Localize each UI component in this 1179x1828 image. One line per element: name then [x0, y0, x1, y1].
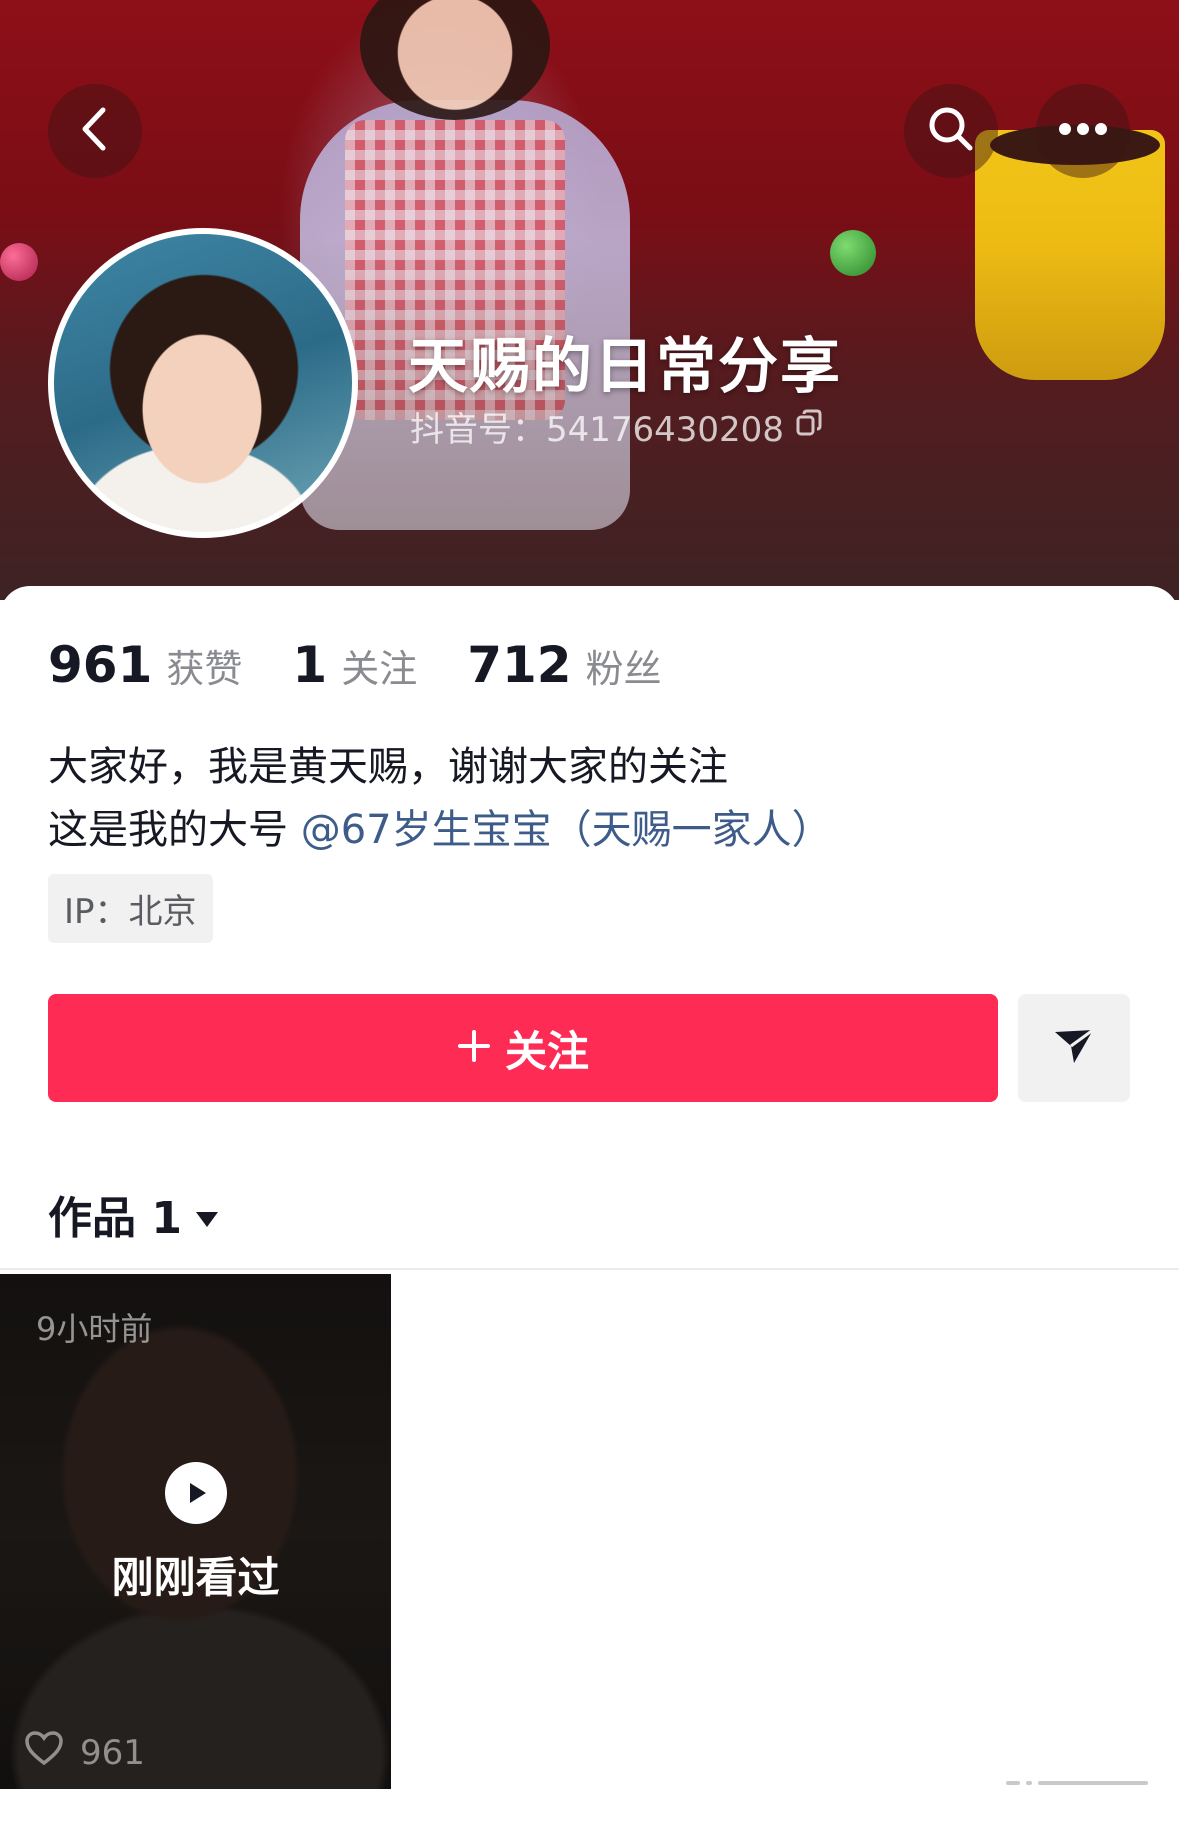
followers-count: 712	[467, 636, 572, 694]
plus-icon	[457, 1024, 491, 1073]
ip-location-tag: IP：北京	[48, 874, 213, 943]
following-label: 关注	[341, 647, 418, 691]
likes-count: 961	[48, 636, 153, 694]
following-count: 1	[292, 636, 328, 694]
send-message-button[interactable]	[1018, 994, 1130, 1102]
heart-icon	[24, 1730, 64, 1775]
video-likes-count: 961	[80, 1732, 145, 1773]
chevron-left-icon	[75, 104, 115, 158]
stat-followers[interactable]: 712 粉丝	[467, 636, 661, 694]
video-time: 9小时前	[36, 1310, 153, 1348]
follow-button-label: 关注	[504, 1026, 589, 1076]
caret-down-icon	[194, 1189, 220, 1240]
tab-works[interactable]: 作品 1	[48, 1182, 220, 1246]
tab-divider	[0, 1268, 1179, 1270]
tab-works-label: 作品 1	[48, 1193, 182, 1244]
back-button[interactable]	[48, 84, 142, 178]
bio-line-1: 大家好，我是黄天赐，谢谢大家的关注	[48, 744, 728, 790]
bio-line-2-prefix: 这是我的大号	[48, 807, 288, 853]
follow-button[interactable]: 关注	[48, 994, 998, 1102]
likes-label: 获赞	[166, 647, 243, 691]
followers-label: 粉丝	[585, 647, 662, 691]
avatar[interactable]	[48, 228, 358, 538]
copy-icon[interactable]	[794, 407, 824, 447]
send-icon	[1052, 1026, 1096, 1070]
bio-mention-link[interactable]: @67岁生宝宝（天赐一家人）	[301, 807, 832, 853]
stat-following[interactable]: 1 关注	[292, 636, 417, 694]
profile-cover: 天赐的日常分享 抖音号：54176430208	[0, 0, 1179, 600]
video-tile[interactable]: 9小时前 刚刚看过 961	[0, 1274, 391, 1789]
video-likes: 961	[24, 1730, 145, 1775]
play-icon	[165, 1462, 227, 1524]
profile-bio: 大家好，我是黄天赐，谢谢大家的关注 这是我的大号 @67岁生宝宝（天赐一家人）	[48, 736, 832, 862]
profile-stats: 961 获赞 1 关注 712 粉丝	[48, 636, 662, 694]
profile-card: 961 获赞 1 关注 712 粉丝 大家好，我是黄天赐，谢谢大家的关注 这是我…	[0, 586, 1179, 1828]
more-horizontal-icon	[1057, 121, 1109, 141]
douyin-id[interactable]: 抖音号：54176430208	[410, 402, 824, 451]
douyin-id-text: 抖音号：54176430208	[410, 410, 784, 450]
profile-page: 天赐的日常分享 抖音号：54176430208 961 获赞 1 关注 712	[0, 0, 1179, 1828]
search-button[interactable]	[904, 84, 998, 178]
profile-nickname: 天赐的日常分享	[408, 332, 842, 402]
stat-likes[interactable]: 961 获赞	[48, 636, 242, 694]
bio-line-2: 这是我的大号 @67岁生宝宝（天赐一家人）	[48, 799, 832, 862]
more-button[interactable]	[1036, 84, 1130, 178]
recently-watched-label: 刚刚看过	[111, 1553, 280, 1602]
watermark-decoration	[1006, 1774, 1154, 1792]
search-icon	[925, 103, 977, 159]
